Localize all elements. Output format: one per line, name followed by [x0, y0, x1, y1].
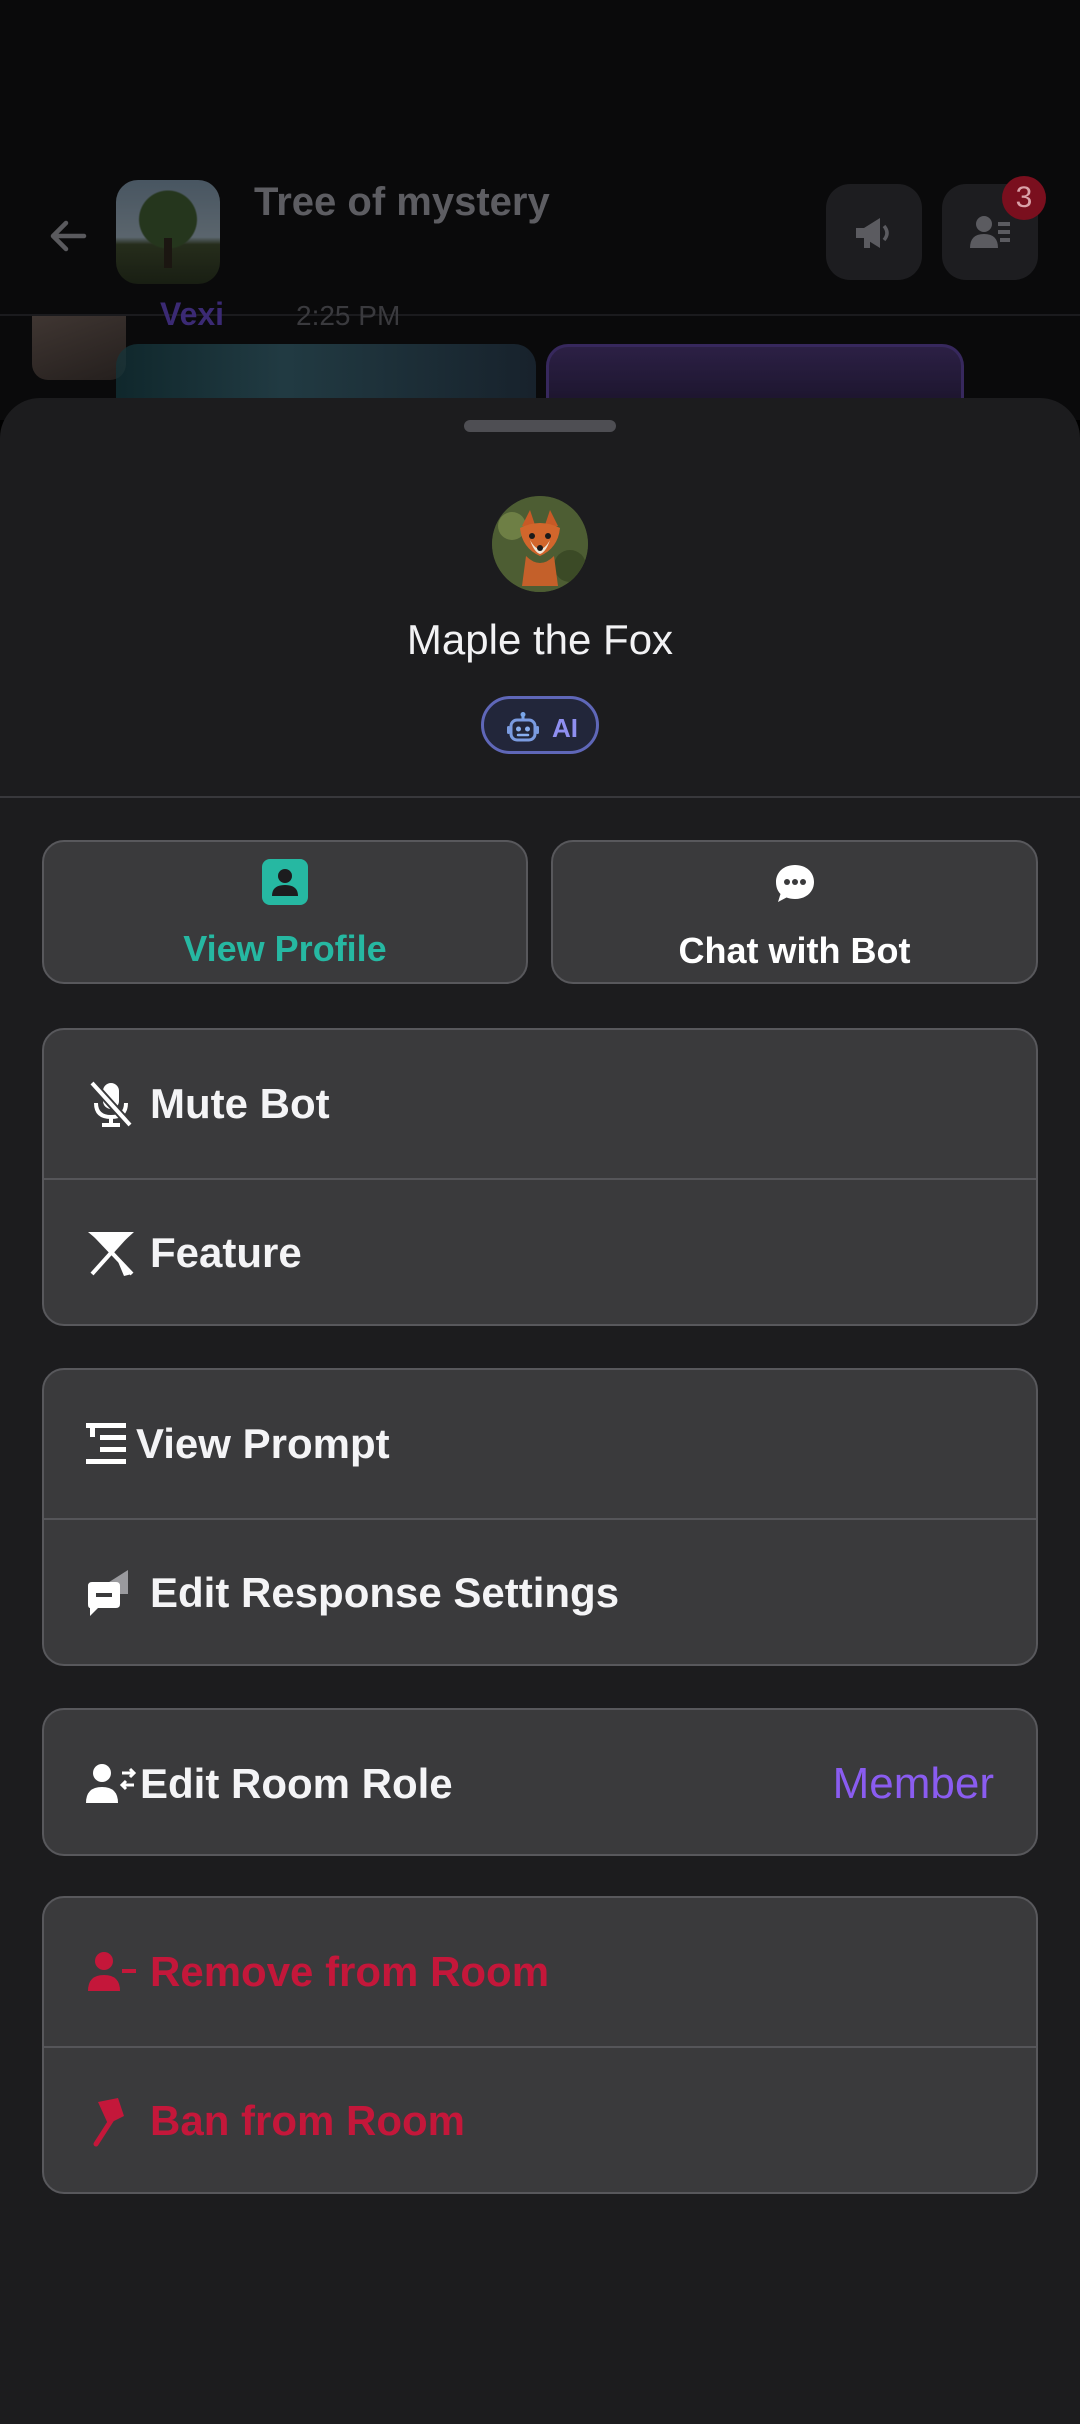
- list-icon: [86, 1423, 126, 1464]
- mute-bot-label: Mute Bot: [150, 1080, 330, 1127]
- remove-user-icon: [88, 1952, 136, 1991]
- megaphone-icon: [856, 218, 889, 248]
- feature-item[interactable]: Feature: [44, 1178, 1036, 1324]
- message-avatar: [32, 316, 126, 380]
- bot-options-sheet: Maple the Fox AI View Profile Chat with …: [0, 398, 1080, 2424]
- view-profile-label: View Profile: [183, 928, 387, 969]
- room-header: Tree of mystery: [0, 170, 1080, 316]
- role-menu-group: Edit Room Role Member: [42, 1708, 1038, 1856]
- robot-icon: [507, 712, 539, 742]
- room-avatar[interactable]: [116, 180, 220, 284]
- chat-screen-background: Tree of mystery 3 Vexi 2:25 PM: [0, 0, 1080, 424]
- view-profile-button[interactable]: View Profile: [42, 840, 528, 984]
- mic-off-icon: [89, 1080, 133, 1128]
- feature-pin-icon: [88, 1232, 134, 1276]
- edit-response-settings-item[interactable]: Edit Response Settings: [44, 1518, 1036, 1664]
- view-prompt-item[interactable]: View Prompt: [44, 1370, 1036, 1518]
- danger-menu-group: Remove from Room Ban from Room: [42, 1896, 1038, 2194]
- ban-from-room-label: Ban from Room: [150, 2097, 465, 2144]
- chat-with-bot-label: Chat with Bot: [678, 930, 911, 971]
- member-count-badge: 3: [1002, 176, 1046, 220]
- remove-from-room-label: Remove from Room: [150, 1948, 550, 1995]
- ban-from-room-item[interactable]: Ban from Room: [44, 2046, 1036, 2192]
- edit-room-role-label: Edit Room Role: [140, 1760, 453, 1807]
- response-settings-icon: [88, 1570, 128, 1616]
- chat-with-bot-button[interactable]: Chat with Bot: [551, 840, 1038, 984]
- bot-config-menu-group: View Prompt Edit Response Settings: [42, 1368, 1038, 1666]
- bot-name: Maple the Fox: [406, 616, 674, 663]
- moderation-menu-group: Mute Bot Feature: [42, 1028, 1038, 1326]
- announcement-button[interactable]: [826, 184, 922, 280]
- members-icon: [970, 216, 1010, 248]
- back-arrow-icon[interactable]: [44, 212, 92, 260]
- remove-from-room-item[interactable]: Remove from Room: [44, 1898, 1036, 2046]
- ai-badge-label: AI: [552, 713, 578, 743]
- feature-label: Feature: [150, 1229, 302, 1276]
- room-title[interactable]: Tree of mystery: [254, 180, 550, 225]
- room-role-value: Member: [832, 1759, 994, 1808]
- drag-handle[interactable]: [464, 420, 616, 432]
- view-prompt-label: View Prompt: [136, 1420, 390, 1467]
- user-role-icon: [86, 1764, 137, 1803]
- profile-card-icon: [262, 859, 308, 905]
- edit-room-role-item[interactable]: Edit Room Role Member: [44, 1710, 1036, 1854]
- message-time: 2:25 PM: [296, 300, 401, 331]
- fox-avatar-image: [492, 496, 588, 592]
- gavel-icon: [93, 2098, 124, 2147]
- mute-bot-item[interactable]: Mute Bot: [44, 1030, 1036, 1178]
- chat-bubble-icon: [775, 865, 814, 902]
- ai-badge: AI: [481, 696, 599, 754]
- sheet-divider: [0, 796, 1080, 798]
- bot-avatar: [492, 496, 588, 592]
- message-sender: Vexi: [160, 296, 225, 332]
- edit-response-settings-label: Edit Response Settings: [150, 1569, 620, 1616]
